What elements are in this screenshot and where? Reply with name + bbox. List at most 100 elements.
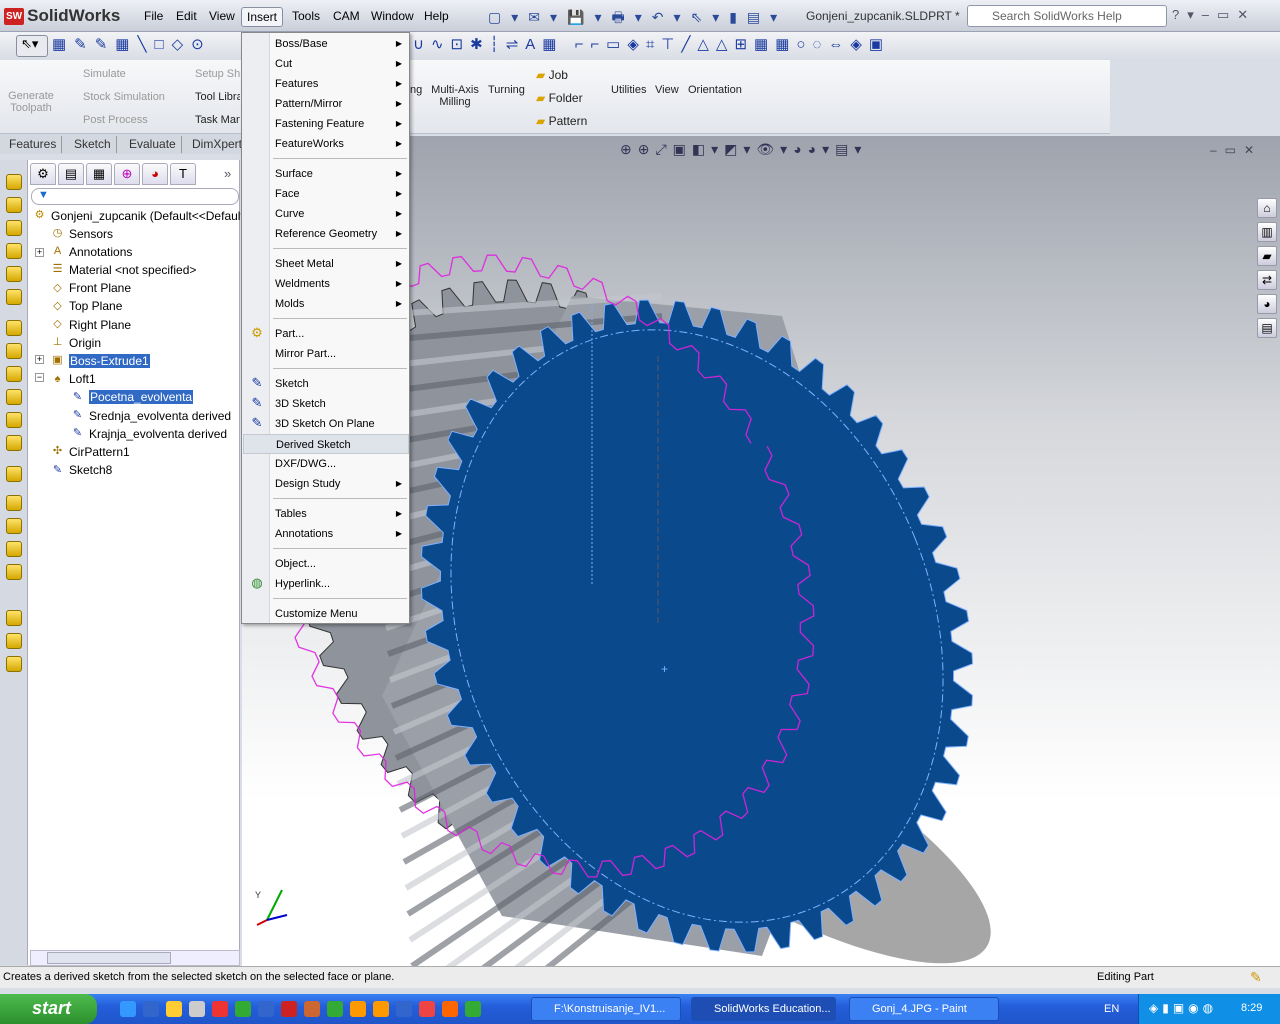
expand-icon[interactable]: + — [35, 355, 44, 364]
menu-item-annotations[interactable]: Annotations ▶ — [275, 524, 408, 544]
folder-button[interactable]: ▰ Folder — [536, 91, 583, 105]
quick-launch-icon[interactable] — [465, 1001, 481, 1017]
menu-item-dxf-dwg[interactable]: DXF/DWG... — [275, 454, 408, 474]
menu-window[interactable]: Window — [366, 7, 419, 25]
quick-launch-icon[interactable] — [442, 1001, 458, 1017]
quick-launch-icon[interactable] — [258, 1001, 274, 1017]
feature-tool-icon[interactable] — [6, 466, 22, 482]
tree-item[interactable]: ♠ Loft1 — [50, 372, 96, 387]
menu-item-3d-sketch-on-plane[interactable]: 3D Sketch On Plane — [275, 414, 408, 434]
view-palette-icon[interactable]: ⇄ — [1257, 270, 1277, 290]
menu-tools[interactable]: Tools — [287, 7, 325, 25]
quick-launch-icon[interactable] — [373, 1001, 389, 1017]
configurationmanager-tab[interactable]: ▦ — [86, 163, 112, 185]
quick-launch-icon[interactable] — [166, 1001, 182, 1017]
tree-item[interactable]: ✎ Sketch8 — [50, 463, 112, 478]
menu-item-boss-base[interactable]: Boss/Base ▶ — [275, 34, 408, 54]
tree-root[interactable]: ⚙ Gonjeni_zupcanik (Default<<Default> — [32, 208, 251, 223]
tree-item[interactable]: ◷ Sensors — [50, 226, 113, 241]
feature-tool-icon[interactable] — [6, 564, 22, 580]
feature-tool-icon[interactable] — [6, 197, 22, 213]
rebuild-icon[interactable]: ✎ — [1250, 969, 1262, 986]
feature-tool-icon[interactable] — [6, 289, 22, 305]
feature-tool-icon[interactable] — [6, 266, 22, 282]
menu-item-object[interactable]: Object... — [275, 554, 408, 574]
milling-button[interactable]: ng — [410, 84, 422, 96]
menu-item-customize-menu[interactable]: Customize Menu — [275, 604, 408, 624]
tree-item[interactable]: A Annotations — [50, 244, 133, 259]
start-button[interactable]: start — [0, 994, 97, 1024]
menu-item-mirror-part[interactable]: Mirror Part... — [275, 344, 408, 364]
tree-item[interactable]: ✎ Pocetna_evolventa — [70, 390, 194, 405]
quick-launch-icon[interactable] — [120, 1001, 136, 1017]
feature-tool-icon[interactable] — [6, 541, 22, 557]
stock-simulation-button[interactable]: Stock Simulation — [83, 91, 165, 103]
quick-launch-icon[interactable] — [396, 1001, 412, 1017]
language-indicator[interactable]: EN — [1104, 1003, 1119, 1015]
utilities-button[interactable]: Utilities — [611, 84, 646, 96]
quick-launch-icon[interactable] — [327, 1001, 343, 1017]
feature-tool-icon[interactable] — [6, 610, 22, 626]
menu-item-part[interactable]: Part... — [275, 324, 408, 344]
standard-toolbar-icons[interactable]: ▢▾✉▾💾▾🖶▾↶▾⇖▾▮▤▾ — [488, 7, 787, 31]
taskbar-item-explorer[interactable]: F:\Konstruisanje_IV1... — [531, 997, 681, 1021]
sketch-tools-icons[interactable]: ▦✎✎▦╲□◇⊙ — [52, 35, 212, 53]
feature-tool-icon[interactable] — [6, 656, 22, 672]
tab-sketch[interactable]: Sketch — [69, 136, 117, 153]
expand-tabs-icon[interactable]: » — [224, 166, 231, 181]
menu-item-sheet-metal[interactable]: Sheet Metal ▶ — [275, 254, 408, 274]
propertymanager-tab[interactable]: ▤ — [58, 163, 84, 185]
tree-item[interactable]: ☰ Material <not specified> — [50, 262, 197, 277]
feature-tool-icon[interactable] — [6, 412, 22, 428]
file-explorer-icon[interactable]: ▰ — [1257, 246, 1277, 266]
menu-cam[interactable]: CAM — [328, 7, 365, 25]
menu-item-featureworks[interactable]: FeatureWorks ▶ — [275, 134, 408, 154]
feature-tool-icon[interactable] — [6, 518, 22, 534]
quick-launch-icon[interactable] — [212, 1001, 228, 1017]
tab-evaluate[interactable]: Evaluate — [124, 136, 182, 153]
feature-tool-icon[interactable] — [6, 343, 22, 359]
tray-icons[interactable]: ◈▮▣◉◍ — [1149, 1001, 1217, 1015]
quick-launch-icon[interactable] — [189, 1001, 205, 1017]
generate-toolpath-button[interactable]: Generate Toolpath — [6, 90, 56, 114]
cam-tab[interactable]: T — [170, 163, 196, 185]
expand-icon[interactable]: + — [35, 248, 44, 257]
feature-tool-icon[interactable] — [6, 495, 22, 511]
solidworks-resources-icon[interactable]: ⌂ — [1257, 198, 1277, 218]
taskbar-item-solidworks[interactable]: SolidWorks Education... — [691, 997, 836, 1021]
menu-item-molds[interactable]: Molds ▶ — [275, 294, 408, 314]
collapse-icon[interactable]: − — [35, 373, 44, 382]
menu-view[interactable]: View — [204, 7, 240, 25]
tree-item[interactable]: ◇ Right Plane — [50, 317, 131, 332]
setup-sheet-button[interactable]: Setup Sheet — [195, 68, 240, 80]
menu-item-reference-geometry[interactable]: Reference Geometry ▶ — [275, 224, 408, 244]
menu-insert[interactable]: Insert — [241, 7, 284, 27]
feature-tool-icon[interactable] — [6, 320, 22, 336]
design-library-icon[interactable]: ▥ — [1257, 222, 1277, 242]
post-process-button[interactable]: Post Process — [83, 114, 148, 126]
tree-item[interactable]: ▣ Boss-Extrude1 — [50, 353, 150, 368]
menu-item-derived-sketch[interactable]: Derived Sketch — [243, 434, 409, 454]
quick-launch-icon[interactable] — [281, 1001, 297, 1017]
feature-tool-icon[interactable] — [6, 220, 22, 236]
appearances-icon[interactable]: ◕ — [1257, 294, 1277, 314]
tree-filter-input[interactable]: ▼ — [31, 188, 239, 205]
feature-tool-icon[interactable] — [6, 243, 22, 259]
custom-properties-icon[interactable]: ▤ — [1257, 318, 1277, 338]
tree-item[interactable]: ✣ CirPattern1 — [50, 444, 130, 459]
menu-file[interactable]: File — [139, 7, 168, 25]
sketch-tools-icons-right[interactable]: ∪∿⊡✱┆⇌A▦ ⌐⌐▭◈⌗⊤╱△△⊞▦▦○◌⇔◈▣ — [413, 35, 890, 53]
menu-edit[interactable]: Edit — [171, 7, 202, 25]
menu-item-weldments[interactable]: Weldments ▶ — [275, 274, 408, 294]
menu-item-cut[interactable]: Cut ▶ — [275, 54, 408, 74]
select-tool-button[interactable]: ⇖▾ — [16, 35, 48, 57]
menu-item-surface[interactable]: Surface ▶ — [275, 164, 408, 184]
feature-tool-icon[interactable] — [6, 389, 22, 405]
multi-axis-milling-button[interactable]: Multi-Axis Milling — [430, 84, 480, 108]
tab-features[interactable]: Features — [4, 136, 63, 153]
tab-dimxpert[interactable]: DimXpert — [187, 136, 242, 153]
menu-item-curve[interactable]: Curve ▶ — [275, 204, 408, 224]
quick-launch-icon[interactable] — [419, 1001, 435, 1017]
menu-item-pattern-mirror[interactable]: Pattern/Mirror ▶ — [275, 94, 408, 114]
feature-tool-icon[interactable] — [6, 174, 22, 190]
